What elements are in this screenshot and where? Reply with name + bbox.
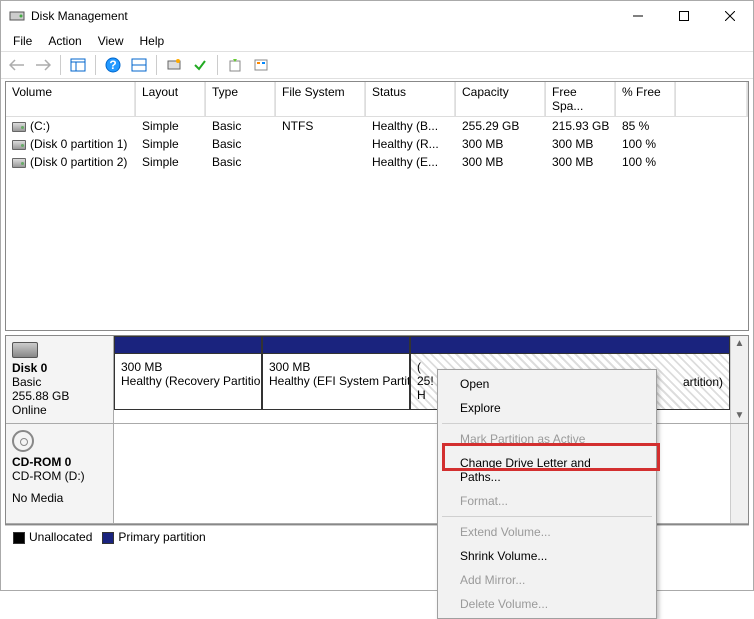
title-bar: Disk Management: [1, 1, 753, 31]
minimize-button[interactable]: [615, 1, 661, 31]
col-status[interactable]: Status: [366, 82, 456, 116]
app-icon: [9, 8, 25, 24]
menu-action[interactable]: Action: [40, 32, 89, 50]
ctx-explore[interactable]: Explore: [440, 396, 654, 420]
col-filesystem[interactable]: File System: [276, 82, 366, 116]
settings1-button[interactable]: [223, 53, 247, 77]
cdrom-icon: [12, 430, 34, 452]
scroll-down-icon: ▼: [733, 408, 747, 423]
window-title: Disk Management: [31, 9, 615, 23]
partition-efi[interactable]: 300 MB Healthy (EFI System Partiti: [262, 336, 410, 423]
drive-icon: [12, 158, 26, 168]
ctx-extend[interactable]: Extend Volume...: [440, 520, 654, 544]
volume-list-header: Volume Layout Type File System Status Ca…: [6, 82, 748, 117]
ctx-delete[interactable]: Delete Volume...: [440, 592, 654, 616]
volume-list: Volume Layout Type File System Status Ca…: [5, 81, 749, 331]
col-capacity[interactable]: Capacity: [456, 82, 546, 116]
close-button[interactable]: [707, 1, 753, 31]
scrollbar[interactable]: ▲▼: [730, 336, 748, 423]
ctx-mirror[interactable]: Add Mirror...: [440, 568, 654, 592]
back-button[interactable]: [5, 53, 29, 77]
help-button[interactable]: ?: [101, 53, 125, 77]
svg-text:?: ?: [109, 58, 116, 72]
menu-help[interactable]: Help: [132, 32, 173, 50]
drive-icon: [12, 122, 26, 132]
refresh-button[interactable]: [162, 53, 186, 77]
drive-icon: [12, 140, 26, 150]
panes-button[interactable]: [66, 53, 90, 77]
col-layout[interactable]: Layout: [136, 82, 206, 116]
forward-button[interactable]: [31, 53, 55, 77]
disk0-label[interactable]: Disk 0 Basic 255.88 GB Online: [6, 336, 114, 423]
menu-file[interactable]: File: [5, 32, 40, 50]
scroll-up-icon: ▲: [733, 336, 747, 351]
col-free[interactable]: Free Spa...: [546, 82, 616, 116]
col-volume[interactable]: Volume: [6, 82, 136, 116]
volume-row[interactable]: (Disk 0 partition 2)SimpleBasicHealthy (…: [6, 153, 748, 171]
col-type[interactable]: Type: [206, 82, 276, 116]
settings2-button[interactable]: [249, 53, 273, 77]
ctx-open[interactable]: Open: [440, 372, 654, 396]
menu-bar: File Action View Help: [1, 31, 753, 51]
ctx-mark-active[interactable]: Mark Partition as Active: [440, 427, 654, 451]
cdrom-label[interactable]: CD-ROM 0 CD-ROM (D:) No Media: [6, 424, 114, 523]
col-pct[interactable]: % Free: [616, 82, 676, 116]
disk-icon: [12, 342, 38, 358]
maximize-button[interactable]: [661, 1, 707, 31]
toolbar: ?: [1, 51, 753, 79]
ctx-change-drive-letter[interactable]: Change Drive Letter and Paths...: [440, 451, 654, 489]
context-menu: Open Explore Mark Partition as Active Ch…: [437, 369, 657, 619]
check-button[interactable]: [188, 53, 212, 77]
ctx-shrink[interactable]: Shrink Volume...: [440, 544, 654, 568]
volume-row[interactable]: (C:)SimpleBasicNTFSHealthy (B...255.29 G…: [6, 117, 748, 135]
layout1-button[interactable]: [127, 53, 151, 77]
legend-primary: Primary partition: [118, 530, 205, 544]
legend-unallocated: Unallocated: [29, 530, 92, 544]
ctx-format[interactable]: Format...: [440, 489, 654, 513]
partition-recovery[interactable]: 300 MB Healthy (Recovery Partition: [114, 336, 262, 423]
menu-view[interactable]: View: [90, 32, 132, 50]
volume-row[interactable]: (Disk 0 partition 1)SimpleBasicHealthy (…: [6, 135, 748, 153]
